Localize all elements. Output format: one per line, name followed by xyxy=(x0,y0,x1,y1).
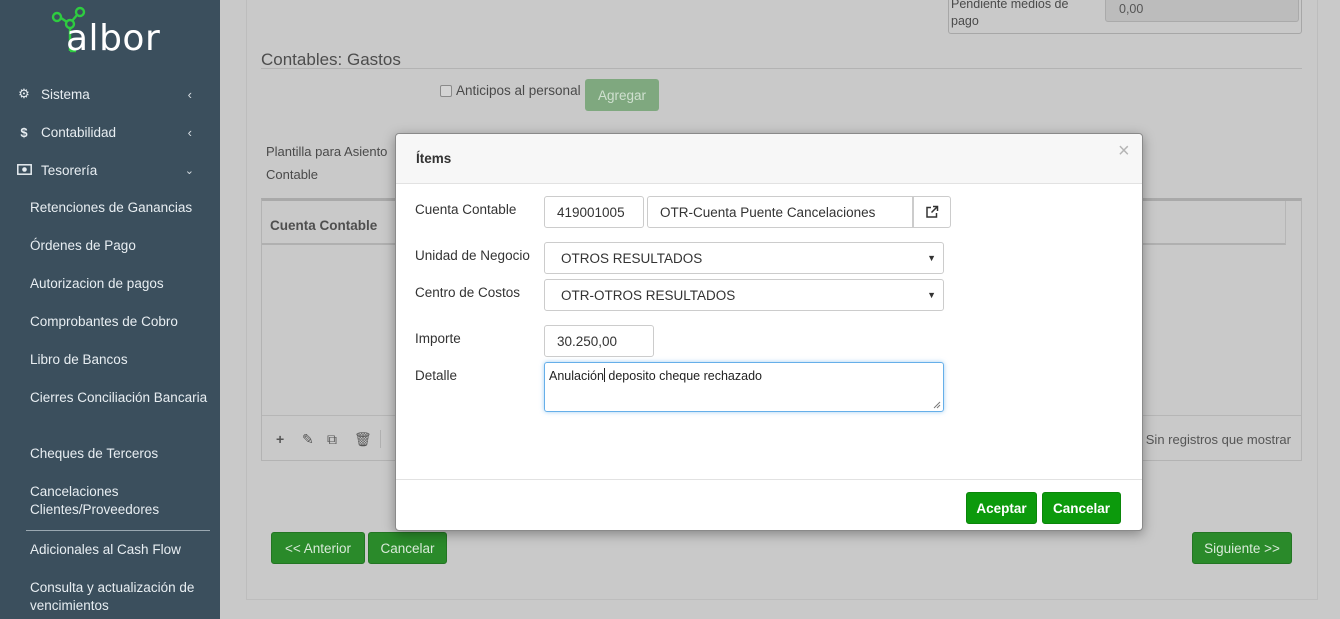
copy-icon[interactable]: ⧉ xyxy=(327,431,337,448)
modal-title: Ítems xyxy=(416,151,452,166)
aceptar-button[interactable]: Aceptar xyxy=(966,492,1037,524)
sidebar-item-label: Tesorería xyxy=(41,162,98,178)
external-link-icon xyxy=(925,205,938,218)
pencil-icon[interactable]: ✎ xyxy=(302,431,314,448)
siguiente-button[interactable]: Siguiente >> xyxy=(1192,532,1292,564)
centro-costos-label: Centro de Costos xyxy=(415,285,521,300)
unidad-negocio-select[interactable]: OTROS RESULTADOS ▼ xyxy=(544,242,944,274)
detalle-text-after-caret: deposito cheque rechazado xyxy=(608,369,762,383)
money-icon xyxy=(16,163,32,178)
section-title: Contables: Gastos xyxy=(261,50,401,69)
anticipos-label: Anticipos al personal xyxy=(456,83,581,98)
logo-text: albor xyxy=(66,18,161,59)
grid-column-cuenta[interactable]: Cuenta Contable xyxy=(270,218,377,233)
sidebar-subitem-cierres[interactable]: Cierres Conciliación Bancaria xyxy=(30,389,210,407)
sidebar-item-label: Sistema xyxy=(41,86,90,102)
importe-input[interactable]: 30.250,00 xyxy=(544,325,654,357)
pendiente-label: Pendiente medios de pago xyxy=(951,0,1069,28)
detalle-label: Detalle xyxy=(415,368,458,383)
cuenta-contable-label: Cuenta Contable xyxy=(415,202,517,217)
sidebar-subitem-comprobantes[interactable]: Comprobantes de Cobro xyxy=(30,313,210,331)
pendiente-input: 0,00 xyxy=(1105,0,1299,22)
centro-costos-value: OTR-OTROS RESULTADOS xyxy=(561,287,736,303)
anticipos-checkbox[interactable] xyxy=(440,84,452,97)
sidebar: albor ⚙ Sistema ‹ $ Contabilidad ‹ Tesor… xyxy=(0,0,220,619)
sidebar-divider xyxy=(26,530,210,531)
sidebar-subitem-ordenes-pago[interactable]: Órdenes de Pago xyxy=(30,237,210,255)
resize-handle-icon[interactable] xyxy=(933,401,941,409)
section-divider xyxy=(261,68,1302,69)
chevron-left-icon: ‹ xyxy=(187,124,192,140)
sidebar-subitem-cancelaciones[interactable]: Cancelaciones Clientes/Proveedores xyxy=(30,483,210,519)
sidebar-subitem-autorizacion[interactable]: Autorizacion de pagos xyxy=(30,275,210,293)
cancelar-main-button[interactable]: Cancelar xyxy=(368,532,447,564)
trash-icon[interactable]: 🗑 xyxy=(354,431,372,448)
importe-label: Importe xyxy=(415,331,461,346)
unidad-negocio-label: Unidad de Negocio xyxy=(415,248,530,263)
chevron-down-icon: ⌄ xyxy=(184,164,194,177)
chevron-left-icon: ‹ xyxy=(187,86,192,102)
detalle-text-before-caret: Anulación xyxy=(549,369,604,383)
modal-header: Ítems × xyxy=(396,134,1142,184)
dollar-icon: $ xyxy=(20,124,28,140)
sidebar-item-contabilidad[interactable]: $ Contabilidad ‹ xyxy=(0,117,220,147)
detalle-textarea[interactable]: Anulación deposito cheque rechazado xyxy=(544,362,944,412)
sidebar-item-label: Contabilidad xyxy=(41,124,117,140)
cuenta-code-input[interactable]: 419001005 xyxy=(544,196,644,228)
sidebar-subitem-libro-bancos[interactable]: Libro de Bancos xyxy=(30,351,210,369)
add-icon[interactable]: + xyxy=(276,431,284,447)
albor-logo[interactable]: albor xyxy=(50,4,180,62)
toolbar-divider xyxy=(380,430,381,448)
caret-down-icon: ▼ xyxy=(927,290,936,300)
anterior-button[interactable]: << Anterior xyxy=(271,532,365,564)
sidebar-subitem-cheques[interactable]: Cheques de Terceros xyxy=(30,445,210,463)
modal-footer-divider xyxy=(396,479,1142,480)
cuenta-name-input[interactable]: OTR-Cuenta Puente Cancelaciones xyxy=(647,196,914,228)
items-modal: Ítems × Cuenta Contable 419001005 OTR-Cu… xyxy=(395,133,1143,531)
close-icon[interactable]: × xyxy=(1118,140,1130,163)
anticipos-checkbox-group[interactable]: Anticipos al personal xyxy=(440,83,581,98)
agregar-button[interactable]: Agregar xyxy=(585,79,659,111)
gears-icon: ⚙ xyxy=(18,86,30,101)
no-records-text: Sin registros que mostrar xyxy=(1145,432,1291,447)
sidebar-subitem-cash-flow[interactable]: Adicionales al Cash Flow xyxy=(30,541,210,559)
caret-down-icon: ▼ xyxy=(927,253,936,263)
sidebar-subitem-vencimientos[interactable]: Consulta y actualización de vencimientos xyxy=(30,579,210,615)
plantilla-label: Plantilla para Asiento Contable xyxy=(266,144,388,182)
unidad-negocio-value: OTROS RESULTADOS xyxy=(561,250,703,266)
sidebar-item-tesoreria[interactable]: Tesorería ⌄ xyxy=(0,155,220,185)
sidebar-subitem-retenciones[interactable]: Retenciones de Ganancias xyxy=(30,199,210,217)
external-link-button[interactable] xyxy=(912,196,951,228)
sidebar-item-sistema[interactable]: ⚙ Sistema ‹ xyxy=(0,79,220,109)
cancelar-modal-button[interactable]: Cancelar xyxy=(1042,492,1121,524)
centro-costos-select[interactable]: OTR-OTROS RESULTADOS ▼ xyxy=(544,279,944,311)
